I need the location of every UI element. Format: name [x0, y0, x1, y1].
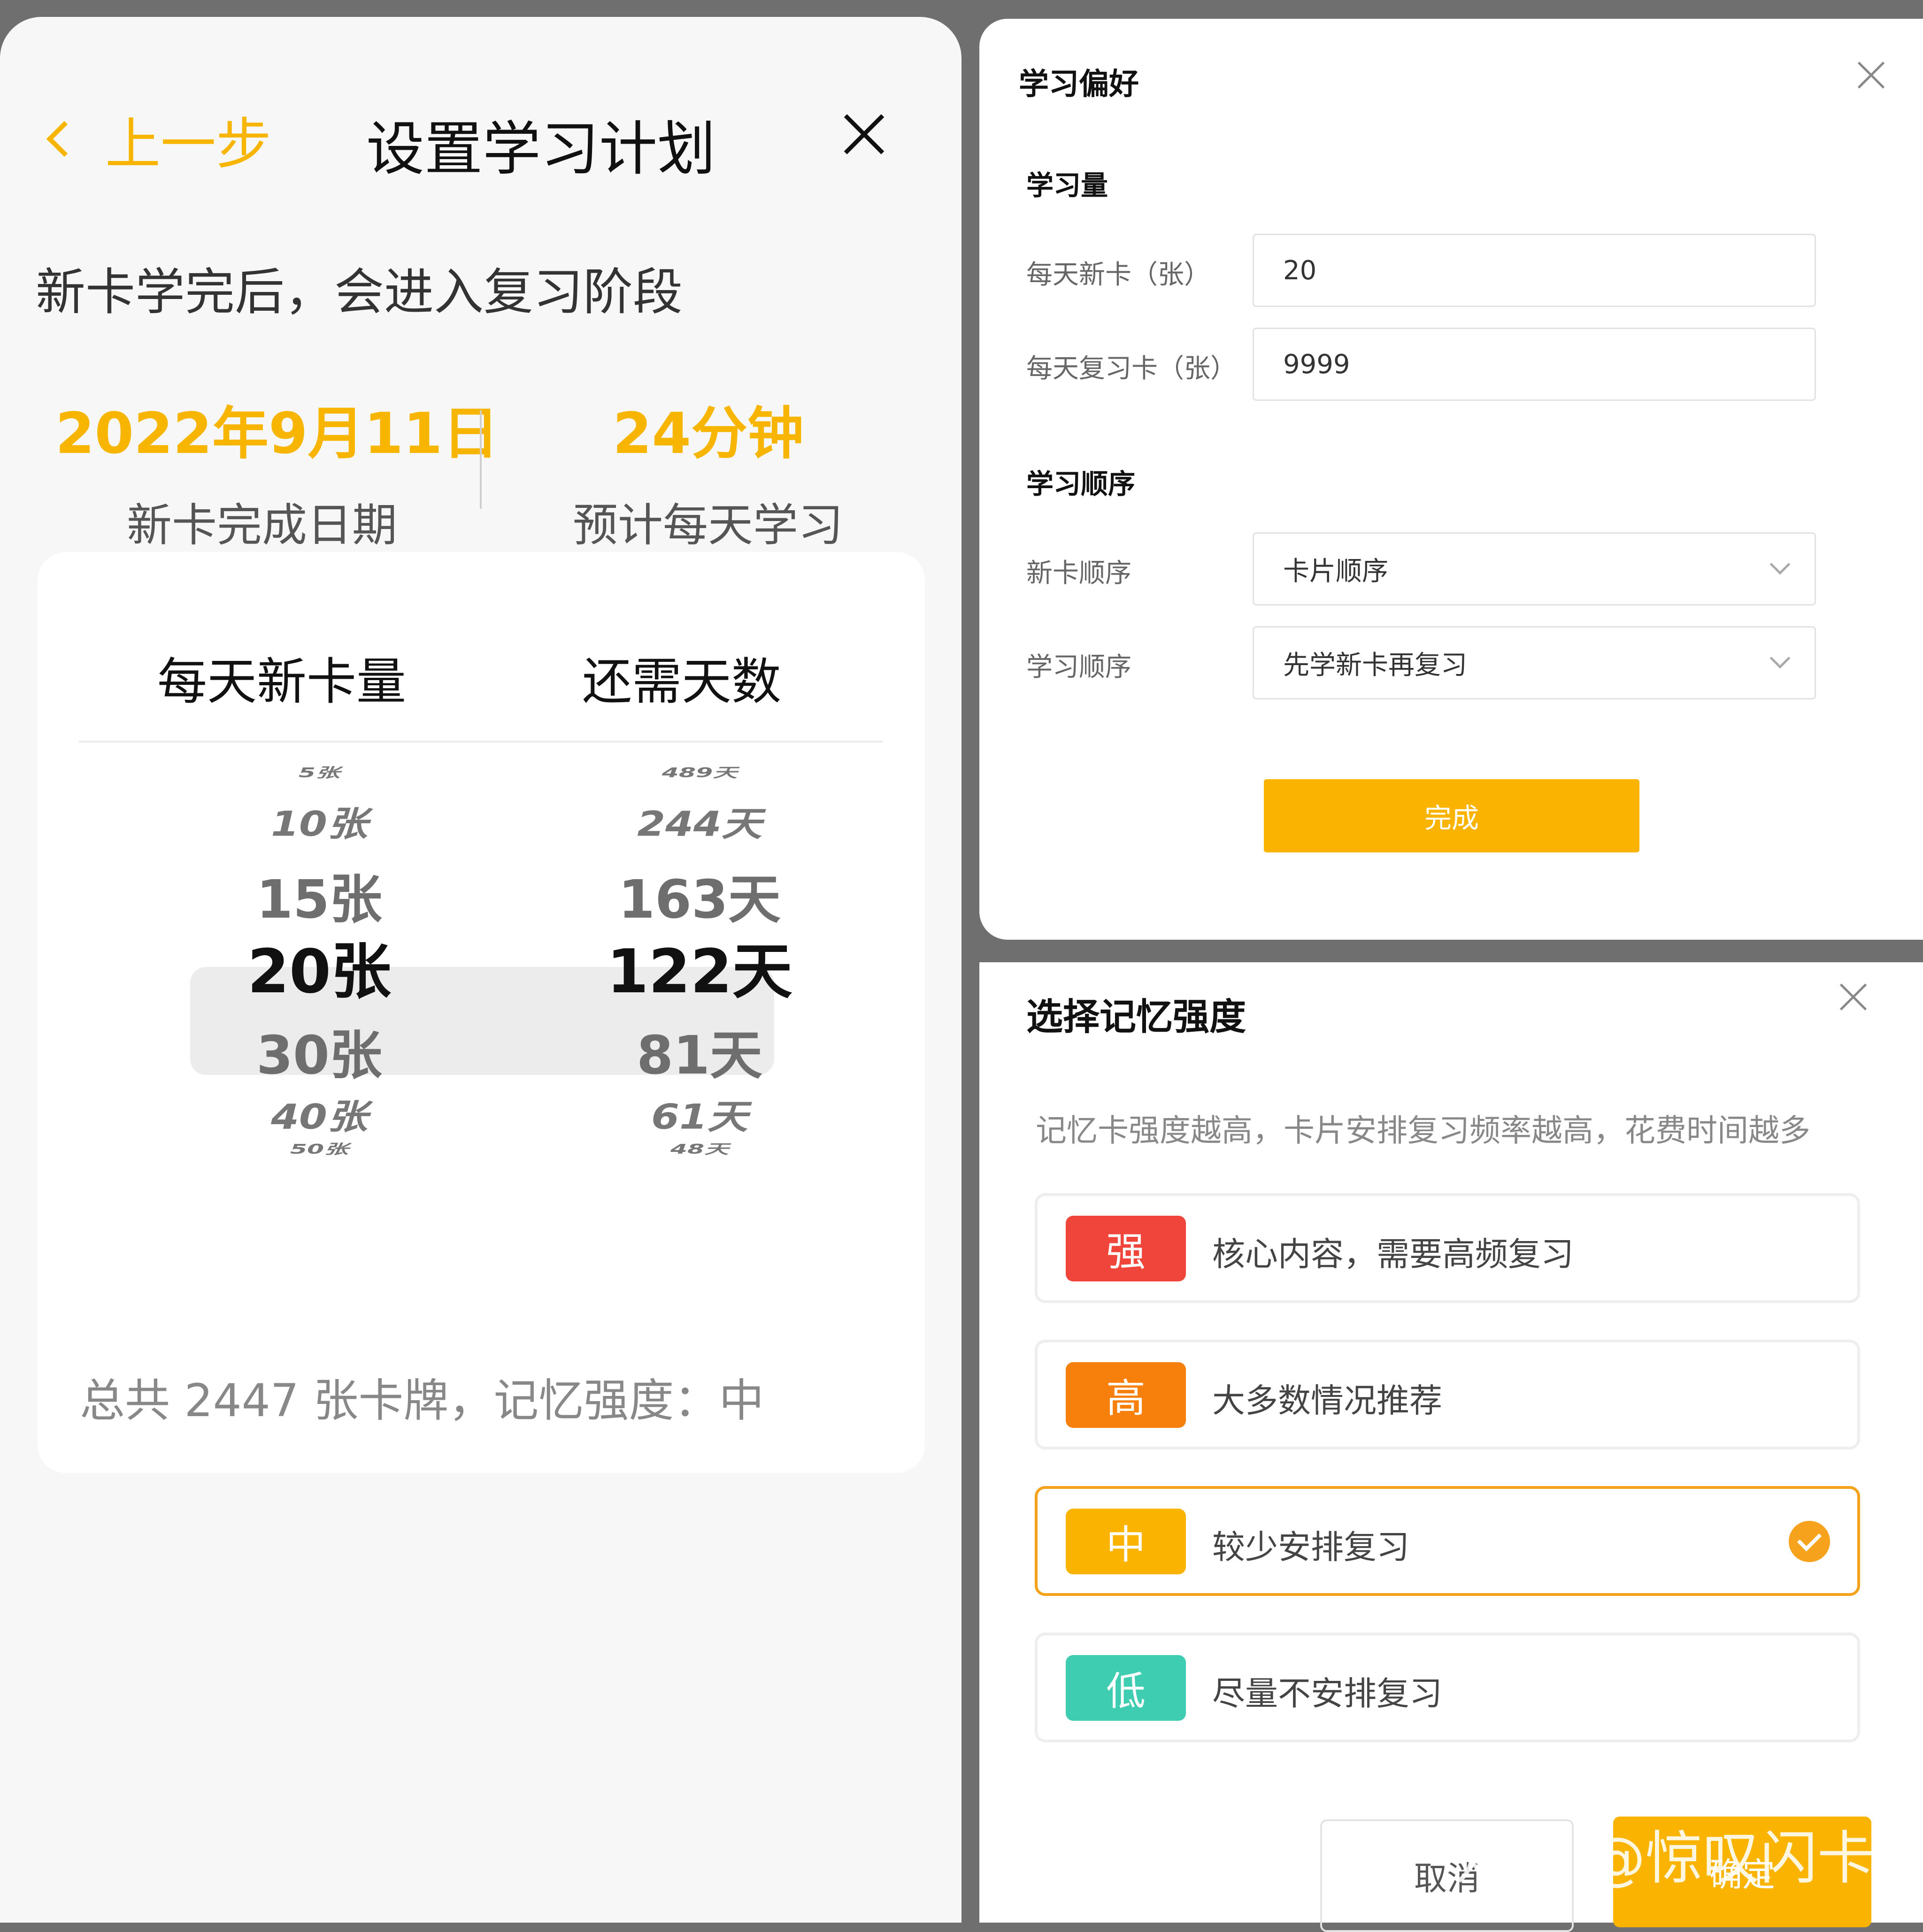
check-circle-icon: [1789, 1521, 1830, 1562]
strength-badge: 中: [1066, 1509, 1186, 1574]
strength-option-text: 较少安排复习: [1212, 1528, 1409, 1566]
strength-option-medium[interactable]: 中 较少安排复习: [1035, 1486, 1860, 1596]
chevron-down-icon: [1769, 554, 1791, 575]
new-order-label: 新卡顺序: [1026, 558, 1131, 589]
completion-date-label: 新卡完成日期: [127, 499, 397, 552]
new-cards-value: 20: [1283, 255, 1317, 286]
picker-item-daily-new[interactable]: 5张: [178, 762, 460, 781]
back-button[interactable]: 上一步: [42, 101, 271, 176]
subtitle: 新卡学完后，会进入复习阶段: [36, 263, 683, 321]
picker-item-days-left[interactable]: 489天: [535, 762, 864, 781]
picker-item-days-left[interactable]: 244天: [535, 796, 864, 845]
strength-description: 记忆卡强度越高，卡片安排复习频率越高，花费时间越多: [1036, 1112, 1810, 1149]
picker-item-days-left[interactable]: 122天: [535, 923, 864, 1010]
close-icon[interactable]: [840, 111, 887, 158]
picker-item-days-left[interactable]: 48天: [535, 1138, 864, 1158]
close-icon[interactable]: [1839, 983, 1868, 1011]
stat-divider: [480, 410, 482, 509]
dialog-title: 学习偏好: [1019, 67, 1139, 102]
page-title: 设置学习计划: [366, 115, 716, 183]
picker-item-daily-new[interactable]: 20张: [178, 923, 460, 1010]
close-icon[interactable]: [1857, 61, 1885, 89]
new-cards-label: 每天新卡（张）: [1026, 260, 1210, 290]
section-title-amount: 学习量: [1026, 169, 1108, 201]
strength-badge: 高: [1066, 1362, 1186, 1428]
memory-strength-dialog: 选择记忆强度 记忆卡强度越高，卡片安排复习频率越高，花费时间越多 强 核心内容，…: [979, 962, 1923, 1932]
strength-badge: 强: [1066, 1216, 1186, 1281]
chevron-left-icon: [46, 121, 83, 157]
picker-item-daily-new[interactable]: 10张: [178, 796, 460, 845]
picker-header-days-left: 还需天数: [582, 653, 781, 711]
strength-option-text: 大多数情况推荐: [1212, 1381, 1442, 1420]
watermark: 知乎 @惊叹闪卡: [1455, 1825, 1875, 1892]
strength-option-text: 尽量不安排复习: [1212, 1674, 1442, 1713]
dialog-title: 选择记忆强度: [1026, 996, 1246, 1038]
picker-item-daily-new[interactable]: 30张: [178, 1013, 460, 1089]
picker-item-days-left[interactable]: 163天: [535, 857, 864, 933]
study-order-value: 先学新卡再复习: [1283, 650, 1467, 681]
picker-item-daily-new[interactable]: 40张: [178, 1089, 460, 1138]
completion-date: 2022年9月11日: [55, 401, 499, 467]
daily-time: 24分钟: [613, 401, 804, 467]
review-cards-input[interactable]: 9999: [1253, 328, 1816, 401]
picker-item-days-left[interactable]: 61天: [535, 1089, 864, 1138]
total-cards-summary: 总共 2447 张卡牌，记忆强度：中: [80, 1374, 764, 1427]
study-order-select[interactable]: 先学新卡再复习: [1253, 626, 1816, 699]
daily-time-label: 预计每天学习: [573, 499, 843, 552]
study-preferences-dialog: 学习偏好 学习量 每天新卡（张） 20 每天复习卡（张） 9999 学习顺序 新…: [979, 19, 1923, 940]
review-cards-label: 每天复习卡（张）: [1026, 353, 1237, 384]
strength-option-text: 核心内容，需要高频复习: [1212, 1235, 1574, 1273]
strength-option-strong[interactable]: 强 核心内容，需要高频复习: [1035, 1193, 1860, 1303]
done-button[interactable]: 完成: [1264, 779, 1639, 852]
picker-item-daily-new[interactable]: 50张: [178, 1138, 460, 1158]
new-order-select[interactable]: 卡片顺序: [1253, 532, 1816, 606]
new-order-value: 卡片顺序: [1283, 556, 1388, 587]
picker-item-days-left[interactable]: 81天: [535, 1013, 864, 1089]
strength-option-high[interactable]: 高 大多数情况推荐: [1035, 1340, 1860, 1449]
strength-option-low[interactable]: 低 尽量不安排复习: [1035, 1633, 1860, 1742]
study-order-label: 学习顺序: [1026, 652, 1131, 682]
study-plan-panel: 上一步 设置学习计划 新卡学完后，会进入复习阶段 2022年9月11日 24分钟…: [0, 17, 962, 1923]
picker-item-daily-new[interactable]: 15张: [178, 857, 460, 933]
picker-card: 每天新卡量 还需天数 5张 10张 15张 20张 30张 40张 50张 48…: [38, 552, 925, 1473]
chevron-down-icon: [1769, 648, 1791, 669]
new-cards-input[interactable]: 20: [1253, 234, 1816, 307]
picker-divider: [79, 741, 883, 743]
picker-header-daily-new: 每天新卡量: [157, 653, 406, 711]
back-label: 上一步: [105, 111, 272, 176]
section-title-order: 学习顺序: [1026, 468, 1136, 500]
strength-badge: 低: [1066, 1655, 1186, 1721]
review-cards-value: 9999: [1283, 349, 1350, 380]
